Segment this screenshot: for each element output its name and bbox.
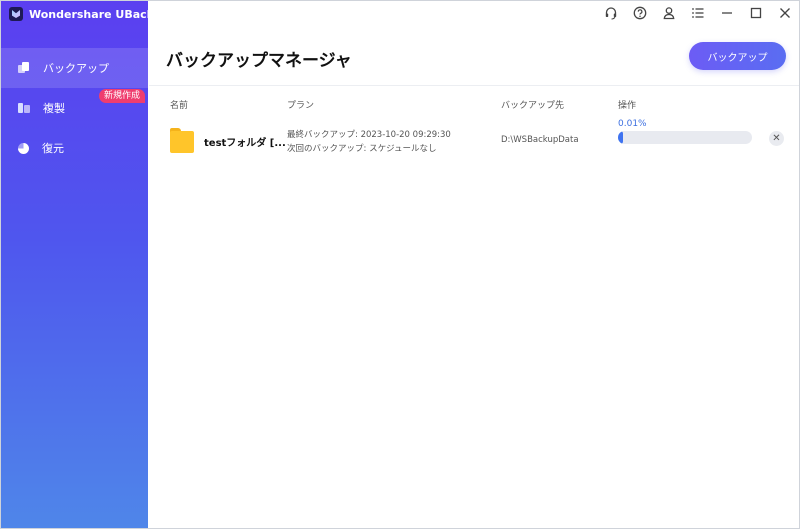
minimize-icon[interactable]: [712, 1, 741, 25]
app-name: Wondershare UBackit: [29, 7, 164, 21]
sidebar-item-restore[interactable]: 復元: [1, 128, 148, 168]
sidebar: Wondershare UBackit バックアップ 複製 復元 新規作成: [1, 1, 163, 528]
progress-bar-fill: [618, 131, 623, 144]
backup-task-name[interactable]: testフォルダ [...: [204, 134, 286, 149]
column-header-plan: プラン: [287, 101, 315, 111]
sidebar-item-label: バックアップ: [43, 62, 109, 75]
backup-button[interactable]: バックアップ: [689, 42, 786, 70]
new-badge: 新規作成: [99, 89, 146, 103]
column-header-destination: バックアップ先: [501, 101, 565, 111]
account-icon[interactable]: [654, 1, 683, 25]
page-title: バックアップマネージャ: [166, 51, 352, 71]
sidebar-item-label: 復元: [42, 142, 64, 155]
help-icon[interactable]: [625, 1, 654, 25]
title-bar-controls: [596, 1, 799, 25]
progress-percent: 0.01%: [618, 119, 647, 129]
column-header-name: 名前: [170, 101, 189, 111]
app-window: Wondershare UBackit バックアップ 複製 復元 新規作成 バッ…: [0, 0, 800, 529]
column-header-action: 操作: [618, 101, 637, 111]
menu-icon[interactable]: [683, 1, 712, 25]
app-title-bar: Wondershare UBackit: [9, 6, 163, 22]
next-backup-text: 次回のバックアップ: スケジュールなし: [287, 144, 437, 154]
headset-icon[interactable]: [596, 1, 625, 25]
clone-icon: [18, 102, 30, 114]
folder-icon: [170, 128, 194, 153]
sidebar-item-label: 複製: [43, 102, 65, 115]
progress-bar: [618, 131, 752, 144]
maximize-icon[interactable]: [741, 1, 770, 25]
close-icon[interactable]: [770, 1, 799, 25]
restore-icon: [18, 142, 29, 154]
last-backup-text: 最終バックアップ: 2023-10-20 09:29:30: [287, 130, 451, 140]
app-logo-icon: [9, 7, 23, 21]
backup-destination: D:\WSBackupData: [501, 135, 579, 145]
sidebar-item-backup[interactable]: バックアップ: [1, 48, 148, 88]
cancel-backup-icon[interactable]: ✕: [769, 131, 784, 146]
backup-icon: [18, 62, 30, 74]
header-divider: [149, 85, 799, 86]
